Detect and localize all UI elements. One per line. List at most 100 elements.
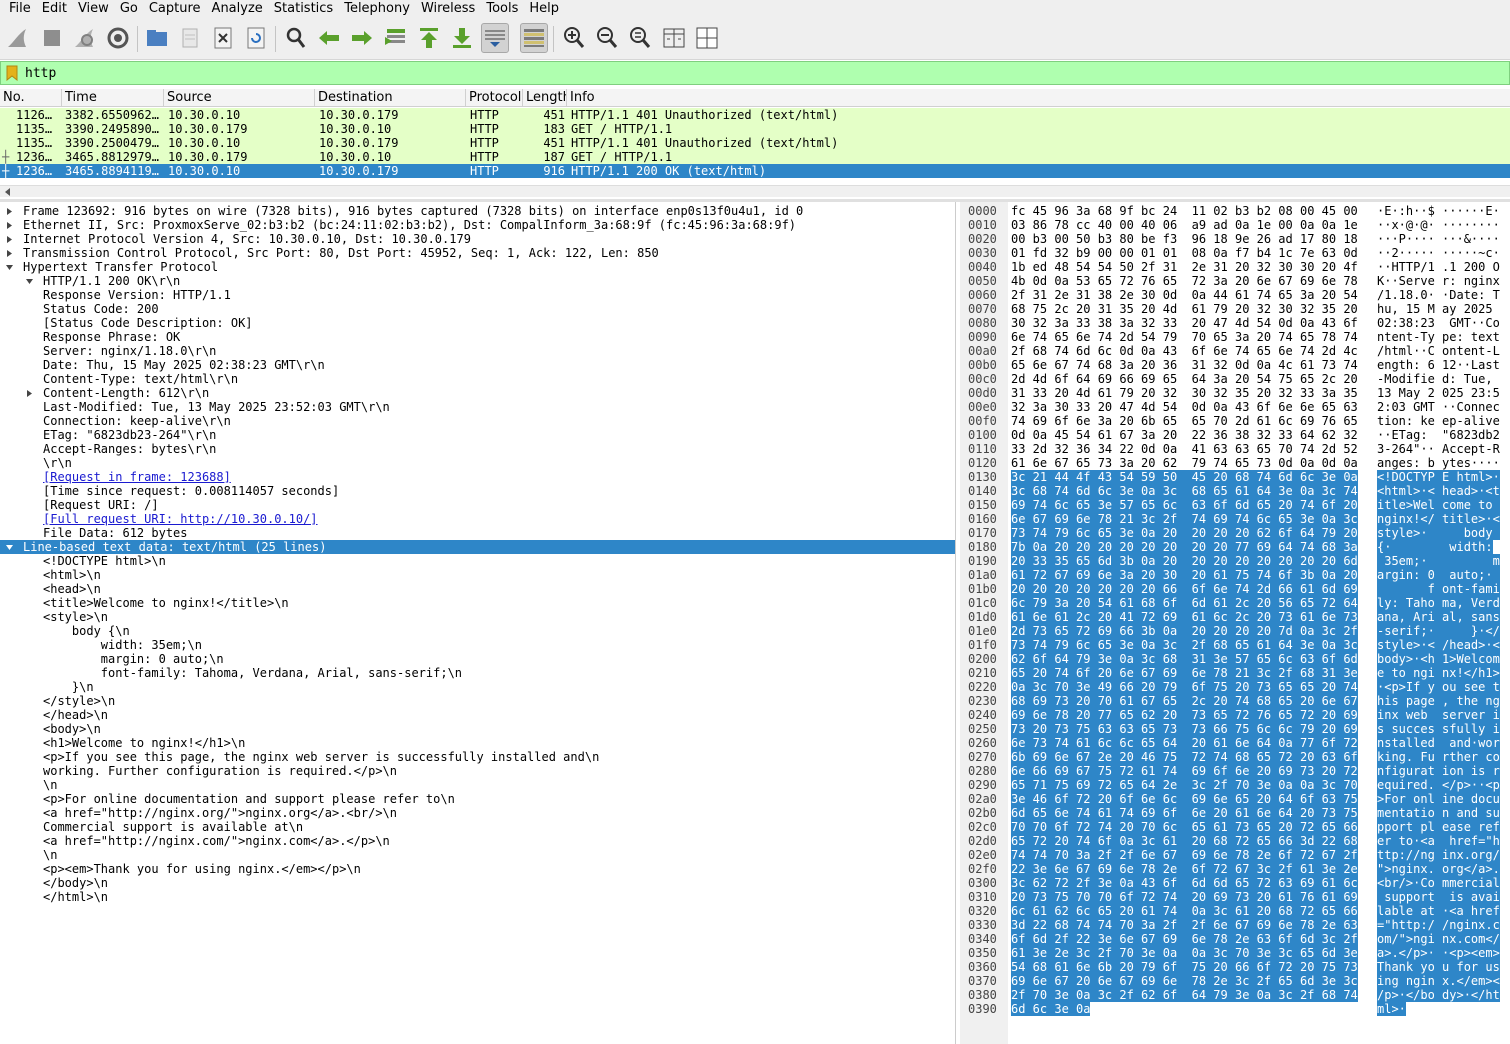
detail-row[interactable]: <h1>Welcome to nginx!</h1>\n xyxy=(0,736,955,750)
hex-row[interactable]: 01f0 73 74 79 6c 65 3e 0a 3c 2f 68 65 61 … xyxy=(960,638,1510,652)
detail-row[interactable]: Last-Modified: Tue, 13 May 2025 23:52:03… xyxy=(0,400,955,414)
detail-row[interactable]: </style>\n xyxy=(0,694,955,708)
detail-row[interactable]: <html>\n xyxy=(0,568,955,582)
detail-row[interactable]: width: 35em;\n xyxy=(0,638,955,652)
detail-row[interactable]: <!DOCTYPE html>\n xyxy=(0,554,955,568)
hex-row[interactable]: 0040 1b ed 48 54 54 50 2f 31 2e 31 20 32 … xyxy=(960,260,1510,274)
start-capture-button[interactable] xyxy=(4,23,32,53)
hex-row[interactable]: 00f0 74 69 6f 6e 3a 20 6b 65 65 70 2d 61 … xyxy=(960,414,1510,428)
detail-row[interactable]: font-family: Tahoma, Verdana, Arial, san… xyxy=(0,666,955,680)
menu-wireless[interactable]: Wireless xyxy=(416,1,480,17)
hex-row[interactable]: 0210 65 20 74 6f 20 6e 67 69 6e 78 21 3c … xyxy=(960,666,1510,680)
packet-row[interactable]: 1135… 3390.2500479… 10.30.0.10 10.30.0.179 H… xyxy=(0,136,1510,150)
hex-row[interactable]: 0360 54 68 61 6e 6b 20 79 6f 75 20 66 6f … xyxy=(960,960,1510,974)
go-forward-button[interactable] xyxy=(348,23,376,53)
hex-row[interactable]: 0140 3c 68 74 6d 6c 3e 0a 3c 68 65 61 64 … xyxy=(960,484,1510,498)
detail-row[interactable]: </head>\n xyxy=(0,708,955,722)
hex-row[interactable]: 0150 69 74 6c 65 3e 57 65 6c 63 6f 6d 65 … xyxy=(960,498,1510,512)
hex-row[interactable]: 0300 3c 62 72 2f 3e 0a 43 6f 6d 6d 65 72 … xyxy=(960,876,1510,890)
packet-row[interactable]: ┼ 1236… 3465.8812979… 10.30.0.179 10.30.0.10… xyxy=(0,150,1510,164)
detail-row[interactable]: Status Code: 200 xyxy=(0,302,955,316)
detail-row[interactable]: Connection: keep-alive\r\n xyxy=(0,414,955,428)
detail-row[interactable]: Hypertext Transfer Protocol xyxy=(0,260,955,274)
collapsed-arrow-icon[interactable] xyxy=(4,204,14,218)
hex-row[interactable]: 01d0 61 6e 61 2c 20 41 72 69 61 6c 2c 20 … xyxy=(960,610,1510,624)
menu-analyze[interactable]: Analyze xyxy=(207,1,268,17)
detail-row[interactable]: Ethernet II, Src: ProxmoxServe_02:b3:b2 … xyxy=(0,218,955,232)
detail-row[interactable]: <head>\n xyxy=(0,582,955,596)
hex-row[interactable]: 0290 65 71 75 69 72 65 64 2e 3c 2f 70 3e … xyxy=(960,778,1510,792)
hex-row[interactable]: 0120 61 6e 67 65 73 3a 20 62 79 74 65 73 … xyxy=(960,456,1510,470)
detail-row[interactable]: body {\n xyxy=(0,624,955,638)
menu-file[interactable]: File xyxy=(4,1,36,17)
stop-capture-button[interactable] xyxy=(38,23,66,53)
zoom-reset-button[interactable] xyxy=(626,23,654,53)
hex-row[interactable]: 0070 68 75 2c 20 31 35 20 4d 61 79 20 32 … xyxy=(960,302,1510,316)
capture-options-button[interactable] xyxy=(104,23,132,53)
hex-row[interactable]: 0320 6c 61 62 6c 65 20 61 74 0a 3c 61 20 … xyxy=(960,904,1510,918)
detail-row[interactable]: Commercial support is available at\n xyxy=(0,820,955,834)
hex-row[interactable]: 02c0 70 70 6f 72 74 20 70 6c 65 61 73 65 … xyxy=(960,820,1510,834)
hex-row[interactable]: 0380 2f 70 3e 0a 3c 2f 62 6f 64 79 3e 0a … xyxy=(960,988,1510,1002)
detail-row[interactable]: [Request URI: /] xyxy=(0,498,955,512)
colorize-button[interactable] xyxy=(520,23,548,53)
detail-row[interactable]: [Time since request: 0.008114057 seconds… xyxy=(0,484,955,498)
column-header-destination[interactable]: Destination xyxy=(315,89,466,107)
hex-row[interactable]: 00c0 2d 4d 6f 64 69 66 69 65 64 3a 20 54 … xyxy=(960,372,1510,386)
first-packet-button[interactable] xyxy=(415,23,443,53)
hex-row[interactable]: 00a0 2f 68 74 6d 6c 0d 0a 43 6f 6e 74 65 … xyxy=(960,344,1510,358)
menu-view[interactable]: View xyxy=(73,1,114,17)
go-back-button[interactable] xyxy=(315,23,343,53)
hex-row[interactable]: 0160 6e 67 69 6e 78 21 3c 2f 74 69 74 6c … xyxy=(960,512,1510,526)
display-filter-input[interactable] xyxy=(23,63,1503,83)
save-file-button[interactable] xyxy=(176,23,204,53)
detail-row[interactable]: <a href="http://nginx.com/">nginx.com</a… xyxy=(0,834,955,848)
detail-row[interactable]: margin: 0 auto;\n xyxy=(0,652,955,666)
collapsed-arrow-icon[interactable] xyxy=(4,246,14,260)
menu-statistics[interactable]: Statistics xyxy=(269,1,338,17)
hex-row[interactable]: 01a0 61 72 67 69 6e 3a 20 30 20 61 75 74 … xyxy=(960,568,1510,582)
hex-row[interactable]: 0010 03 86 78 cc 40 00 40 06 a9 ad 0a 1e … xyxy=(960,218,1510,232)
detail-row[interactable]: ETag: "6823db23-264"\r\n xyxy=(0,428,955,442)
detail-row[interactable]: }\n xyxy=(0,680,955,694)
hex-row[interactable]: 02b0 6d 65 6e 74 61 74 69 6f 6e 20 61 6e … xyxy=(960,806,1510,820)
detail-row[interactable]: Content-Length: 612\r\n xyxy=(0,386,955,400)
auto-scroll-button[interactable] xyxy=(481,23,509,53)
zoom-out-button[interactable] xyxy=(593,23,621,53)
hex-row[interactable]: 0240 69 6e 78 20 77 65 62 20 73 65 72 76 … xyxy=(960,708,1510,722)
detail-link-row[interactable]: [Full request URI: http://10.30.0.10/] xyxy=(0,512,955,526)
hex-row[interactable]: 00b0 65 6e 67 74 68 3a 20 36 31 32 0d 0a … xyxy=(960,358,1510,372)
hex-row[interactable]: 00e0 32 3a 30 33 20 47 4d 54 0d 0a 43 6f … xyxy=(960,400,1510,414)
packet-list-horizontal-scrollbar[interactable] xyxy=(0,185,1510,197)
column-header-source[interactable]: Source xyxy=(164,89,315,107)
detail-row[interactable]: HTTP/1.1 200 OK\r\n xyxy=(0,274,955,288)
hex-row[interactable]: 0340 6f 6d 2f 22 3e 6e 67 69 6e 78 2e 63 … xyxy=(960,932,1510,946)
hex-row[interactable]: 02a0 3e 46 6f 72 20 6f 6e 6c 69 6e 65 20 … xyxy=(960,792,1510,806)
collapsed-arrow-icon[interactable] xyxy=(24,386,34,400)
detail-row[interactable]: <p>If you see this page, the nginx web s… xyxy=(0,750,955,764)
hex-row[interactable]: 01e0 2d 73 65 72 69 66 3b 0a 20 20 20 20 … xyxy=(960,624,1510,638)
go-to-packet-button[interactable] xyxy=(382,23,410,53)
detail-row[interactable]: <title>Welcome to nginx!</title>\n xyxy=(0,596,955,610)
packet-row[interactable]: 1126… 3382.6550962… 10.30.0.10 10.30.0.179 H… xyxy=(0,108,1510,122)
hex-row[interactable]: 0100 0d 0a 45 54 61 67 3a 20 22 36 38 32 … xyxy=(960,428,1510,442)
hex-row[interactable]: 01b0 20 20 20 20 20 20 20 66 6f 6e 74 2d … xyxy=(960,582,1510,596)
column-header-length[interactable]: Length xyxy=(523,89,567,107)
column-header-info[interactable]: Info xyxy=(567,89,1510,107)
detail-link-row[interactable]: [Request in frame: 123688] xyxy=(0,470,955,484)
column-header-no[interactable]: No. xyxy=(0,89,62,107)
detail-row[interactable]: working. Further configuration is requir… xyxy=(0,764,955,778)
expanded-arrow-icon[interactable] xyxy=(4,540,14,554)
zoom-in-button[interactable] xyxy=(560,23,588,53)
find-packet-button[interactable] xyxy=(282,23,310,53)
detail-row[interactable]: </html>\n xyxy=(0,890,955,904)
menu-go[interactable]: Go xyxy=(115,1,143,17)
detail-row[interactable]: Internet Protocol Version 4, Src: 10.30.… xyxy=(0,232,955,246)
hex-row[interactable]: 0220 0a 3c 70 3e 49 66 20 79 6f 75 20 73 … xyxy=(960,680,1510,694)
hex-row[interactable]: 0110 33 2d 32 36 34 22 0d 0a 41 63 63 65 … xyxy=(960,442,1510,456)
hex-row[interactable]: 0170 73 74 79 6c 65 3e 0a 20 20 20 20 62 … xyxy=(960,526,1510,540)
detail-row[interactable]: <p><em>Thank you for using nginx.</em></… xyxy=(0,862,955,876)
menu-capture[interactable]: Capture xyxy=(144,1,206,17)
hex-row[interactable]: 0020 00 b3 00 50 b3 80 be f3 96 18 9e 26 … xyxy=(960,232,1510,246)
hex-row[interactable]: 0060 2f 31 2e 31 38 2e 30 0d 0a 44 61 74 … xyxy=(960,288,1510,302)
